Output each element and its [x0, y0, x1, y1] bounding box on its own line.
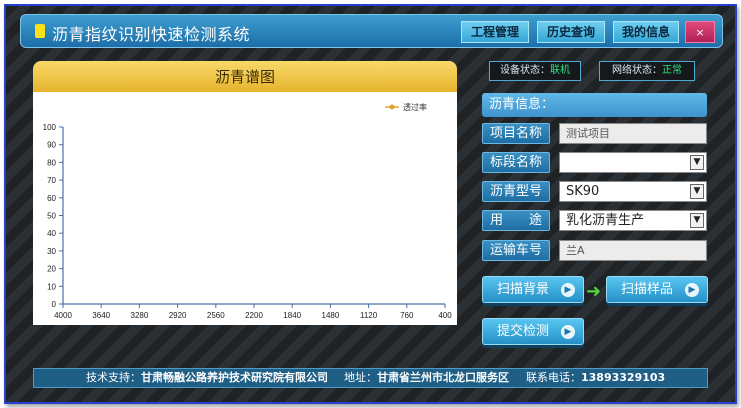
y-tick-label: 70: [47, 176, 56, 185]
y-tick-label: 60: [47, 194, 56, 203]
chevron-down-icon[interactable]: ▼: [690, 184, 704, 199]
footer-phone-value: 13893329103: [581, 371, 666, 384]
submit-detection-button[interactable]: 提交检测 ▶: [482, 318, 584, 345]
x-tick-label: 1120: [360, 311, 378, 320]
scan-sample-label: 扫描样品: [621, 282, 674, 297]
y-tick-label: 30: [47, 247, 56, 256]
y-tick-label: 100: [43, 123, 57, 132]
green-arrow-right-icon: ➜: [586, 281, 602, 302]
device-status: 设备状态：联机: [489, 61, 581, 81]
x-tick-label: 1480: [322, 311, 340, 320]
vehicle-no-field[interactable]: 兰A: [559, 240, 707, 261]
x-tick-label: 4000: [54, 311, 72, 320]
section-name-label: 标段名称: [482, 152, 550, 173]
x-tick-label: 2920: [169, 311, 187, 320]
spectrum-chart: 0 10 20 30 40 50 60 70 80 90 100 4000 3640 3280 2920 25…: [33, 92, 457, 325]
x-tick-label: 1840: [283, 311, 301, 320]
x-tick-label: 2560: [207, 311, 225, 320]
project-management-button[interactable]: 工程管理: [461, 21, 529, 43]
y-tick-label: 20: [47, 265, 56, 274]
submit-detection-label: 提交检测: [497, 324, 550, 339]
chevron-down-icon[interactable]: ▼: [690, 155, 704, 170]
device-status-label: 设备状态：: [500, 65, 550, 76]
footer-address: 地址：甘肃省兰州市北龙口服务区: [344, 369, 509, 387]
footer-address-value: 甘肃省兰州市北龙口服务区: [377, 371, 509, 384]
title-bar: 沥青指纹识别快速检测系统 工程管理 历史查询 我的信息 ×: [20, 14, 723, 48]
y-tick-label: 80: [47, 158, 56, 167]
x-tick-label: 400: [438, 311, 452, 320]
y-tick-label: 90: [47, 141, 56, 150]
legend-label: 透过率: [403, 102, 427, 112]
chart-panel-title: 沥青谱图: [214, 68, 275, 86]
legend-marker-swatch: [389, 104, 395, 110]
asphalt-type-label: 沥青型号: [482, 181, 550, 202]
x-tick-label: 760: [400, 311, 414, 320]
y-tick-label: 10: [47, 282, 56, 291]
footer-phone-label: 联系电话：: [526, 371, 581, 384]
asphalt-info-header: 沥青信息：: [482, 93, 707, 117]
footer-address-label: 地址：: [344, 371, 377, 384]
x-tick-label: 3280: [131, 311, 149, 320]
asphalt-type-select[interactable]: SK90 ▼: [559, 181, 707, 202]
section-name-select[interactable]: ▼: [559, 152, 707, 173]
usage-select[interactable]: 乳化沥青生产 ▼: [559, 210, 707, 231]
network-status-value: 正常: [662, 65, 682, 76]
my-info-button[interactable]: 我的信息: [613, 21, 679, 43]
x-tick-label: 2200: [245, 311, 263, 320]
usage-value: 乳化沥青生产: [566, 213, 645, 228]
circle-arrow-right-icon: ▶: [561, 283, 575, 297]
chevron-down-icon[interactable]: ▼: [690, 213, 704, 228]
scan-background-button[interactable]: 扫描背景 ▶: [482, 276, 584, 303]
network-status-label: 网络状态：: [612, 65, 662, 76]
yellow-square-icon: [35, 24, 45, 38]
circle-arrow-right-icon: ▶: [561, 325, 575, 339]
footer-support-value: 甘肃畅融公路养护技术研究院有限公司: [141, 371, 328, 384]
scan-sample-button[interactable]: 扫描样品 ▶: [606, 276, 708, 303]
project-name-field[interactable]: 测试项目: [559, 123, 707, 144]
spectrum-chart-svg: 0 10 20 30 40 50 60 70 80 90 100 4000 3640 3280 2920 25…: [43, 102, 453, 320]
footer-support-label: 技术支持：: [86, 371, 141, 384]
y-tick-label: 0: [52, 300, 57, 309]
project-name-label: 项目名称: [482, 123, 550, 144]
footer-support: 技术支持：甘肃畅融公路养护技术研究院有限公司: [86, 369, 328, 387]
footer-bar: 技术支持：甘肃畅融公路养护技术研究院有限公司 地址：甘肃省兰州市北龙口服务区 联…: [33, 368, 708, 388]
chart-panel-header: 沥青谱图: [33, 61, 457, 92]
scan-background-label: 扫描背景: [497, 282, 550, 297]
y-tick-label: 50: [47, 212, 56, 221]
usage-label: 用 途: [482, 210, 550, 231]
footer-phone: 联系电话：13893329103: [526, 369, 665, 387]
y-tick-label: 40: [47, 229, 56, 238]
vehicle-no-label: 运输车号: [482, 240, 550, 261]
device-status-value: 联机: [550, 65, 570, 76]
network-status: 网络状态：正常: [599, 61, 695, 81]
close-button[interactable]: ×: [685, 21, 715, 43]
circle-arrow-right-icon: ▶: [685, 283, 699, 297]
app-title: 沥青指纹识别快速检测系统: [52, 25, 251, 44]
history-query-button[interactable]: 历史查询: [537, 21, 605, 43]
x-tick-label: 3640: [92, 311, 110, 320]
asphalt-type-value: SK90: [566, 184, 600, 199]
